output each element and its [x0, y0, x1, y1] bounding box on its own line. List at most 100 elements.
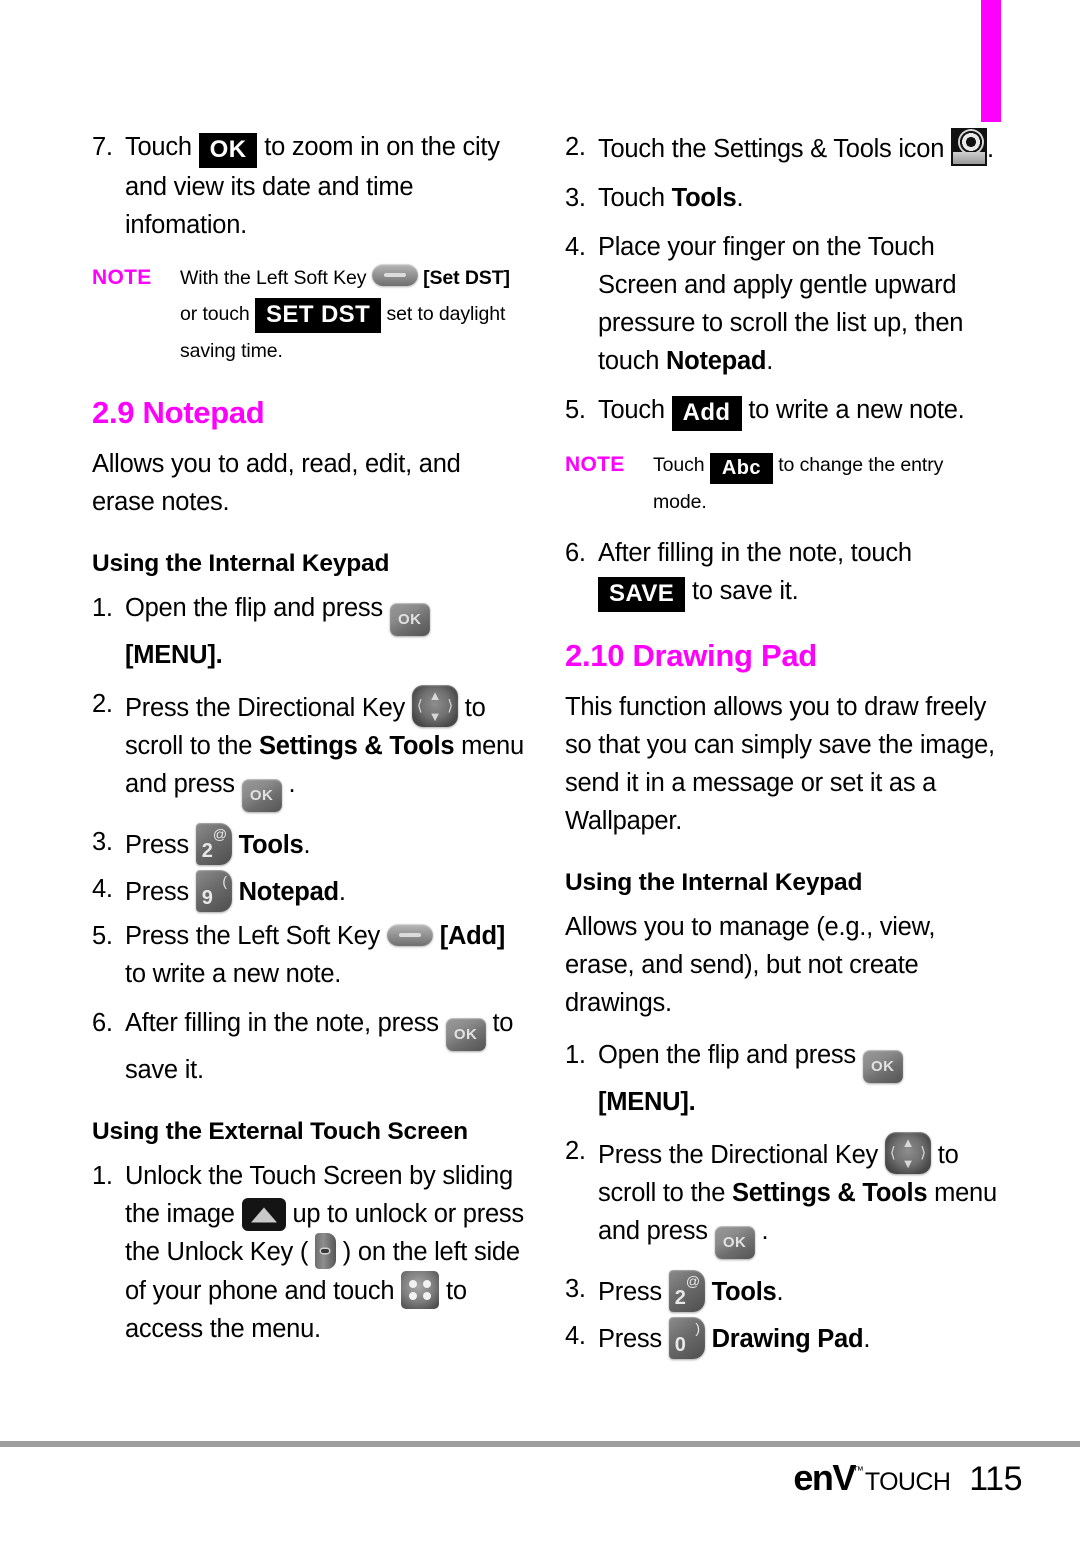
ok-key-icon: OK — [389, 603, 430, 636]
section-heading-210: 2.10 Drawing Pad — [565, 638, 817, 673]
chevron-right-icon: ⟩ — [447, 697, 453, 715]
keypad-key-2-icon: 2 @ — [668, 1270, 705, 1312]
step-bold-settings-tools: Settings & Tools — [731, 1179, 928, 1207]
section-intro: Allows you to add, read, edit, and erase… — [92, 450, 461, 516]
step-bold-tools: Tools — [238, 831, 304, 859]
step-text: Open the flip and press — [598, 1041, 856, 1069]
gear-icon — [960, 131, 983, 153]
step-text: Touch — [598, 184, 665, 212]
step-text: Place your finger on the Touch Screen an… — [598, 233, 964, 375]
list-item: 7. Touch OK to zoom in on the city and v… — [92, 128, 524, 244]
chevron-left-icon: ⟨ — [889, 1144, 896, 1162]
note-text: With the Left Soft Key — [180, 267, 367, 289]
step-number: 6. — [565, 539, 586, 567]
step-period: . — [987, 135, 994, 163]
key-superscript: @ — [212, 826, 227, 842]
step-number: 4. — [565, 1322, 586, 1350]
step-number: 1. — [565, 1041, 586, 1069]
add-chip: Add — [671, 396, 742, 431]
ok-key-icon: OK — [714, 1226, 755, 1259]
step-text: Press the Directional Key — [125, 694, 406, 722]
page-number: 115 — [969, 1460, 1022, 1498]
step-period: . — [736, 184, 744, 212]
step-text: Press the Left Soft Key — [125, 922, 381, 950]
step-number: 1. — [92, 594, 113, 622]
page-footer: enV ™ TOUCH 115 — [793, 1457, 1022, 1499]
directional-key-icon: ▲ ▼ ⟨ ⟩ — [884, 1132, 931, 1174]
list-item: 2. Press the Directional Key ▲ ▼ ⟨ ⟩ to … — [565, 1132, 997, 1259]
step-text: Press — [125, 831, 189, 859]
section-intro: This function allows you to draw freely … — [565, 693, 995, 835]
list-item: 1. Open the flip and press OK [MENU]. — [92, 589, 524, 674]
list-item: 3. Touch Tools. — [565, 179, 997, 217]
slide-up-unlock-icon — [241, 1198, 286, 1231]
step-text: Press — [125, 878, 189, 906]
step-bold-notepad: Notepad — [238, 878, 340, 906]
step-text-b: to write a new note. — [748, 396, 965, 424]
step-number: 7. — [92, 133, 113, 161]
key-superscript: ( — [222, 873, 227, 889]
list-item: 1. Open the flip and press OK [MENU]. — [565, 1036, 997, 1121]
menu-dot — [409, 1280, 418, 1288]
section-heading-29: 2.9 Notepad — [92, 395, 265, 430]
step-number: 6. — [92, 1009, 113, 1037]
list-item: 6. After filling in the note, press OK t… — [92, 1004, 524, 1089]
step-number: 5. — [565, 396, 586, 424]
abc-chip: Abc — [709, 453, 773, 484]
left-soft-key-icon — [371, 264, 418, 286]
step-bold-notepad: Notepad — [665, 347, 767, 375]
step-text: Open the flip and press — [125, 594, 383, 622]
keypad-key-9-icon: 9 ( — [195, 870, 232, 912]
chapter-edge-tab — [981, 0, 1001, 122]
step-text: Touch — [125, 133, 192, 161]
key-digit: 2 — [201, 840, 213, 862]
chevron-up-icon: ▲ — [428, 688, 442, 703]
step-period: . — [863, 1325, 871, 1353]
chevron-up-icon: ▲ — [901, 1135, 915, 1150]
icon-label-strip — [953, 152, 986, 164]
list-item: 5. Press the Left Soft Key [Add] to writ… — [92, 917, 524, 993]
chevron-left-icon: ⟨ — [416, 697, 423, 715]
subheading-internal-keypad: Using the Internal Keypad — [565, 869, 863, 896]
key-digit: 0 — [674, 1334, 686, 1356]
step-bold-drawing-pad: Drawing Pad — [711, 1325, 864, 1353]
step-number: 5. — [92, 922, 113, 950]
list-item: 3. Press 2 @ Tools. — [92, 823, 524, 865]
step-text-d: . — [761, 1217, 769, 1245]
brand-env: enV — [793, 1457, 856, 1498]
step-number: 2. — [565, 1137, 586, 1165]
step-bold-tools: Tools — [711, 1278, 777, 1306]
chevron-down-icon: ▼ — [901, 1156, 915, 1171]
menu-dot — [409, 1292, 418, 1300]
step-text-b: to save it. — [692, 577, 799, 605]
save-chip: SAVE — [598, 577, 686, 612]
step-number: 2. — [92, 690, 113, 718]
step-text-b: to write a new note. — [125, 960, 342, 988]
page-content: 7. Touch OK to zoom in on the city and v… — [0, 128, 1080, 1408]
unlock-key-icon — [314, 1233, 336, 1269]
ok-key-icon: OK — [241, 779, 282, 812]
step-text-menu: [MENU]. — [125, 641, 223, 669]
paren-close: ) — [342, 1238, 352, 1266]
step-number: 4. — [92, 875, 113, 903]
ok-key-icon: OK — [862, 1050, 903, 1083]
step-bold-settings-tools: Settings & Tools — [258, 732, 455, 760]
step-period: . — [766, 347, 774, 375]
brand-logo: enV ™ TOUCH — [793, 1457, 951, 1499]
step-number: 1. — [92, 1162, 113, 1190]
step-bold-tools: Tools — [671, 184, 737, 212]
set-dst-chip: SET DST — [255, 298, 382, 333]
step-text: Press — [598, 1325, 662, 1353]
step-text: After filling in the note, press — [125, 1009, 439, 1037]
menu-grid-icon — [401, 1271, 440, 1309]
paren-open: ( — [299, 1238, 309, 1266]
note-text-b: or touch — [180, 303, 250, 325]
key-superscript: ) — [695, 1320, 700, 1336]
note-label: NOTE — [92, 266, 152, 289]
directional-key-icon: ▲ ▼ ⟨ ⟩ — [411, 685, 458, 727]
step-text: Touch the Settings & Tools icon — [598, 135, 945, 163]
note-block: NOTE Touch Abc to change the entry mode. — [565, 447, 997, 520]
chevron-right-icon: ⟩ — [920, 1144, 926, 1162]
ok-key-icon: OK — [445, 1018, 486, 1051]
list-item: 2. Touch the Settings & Tools icon . — [565, 128, 997, 168]
